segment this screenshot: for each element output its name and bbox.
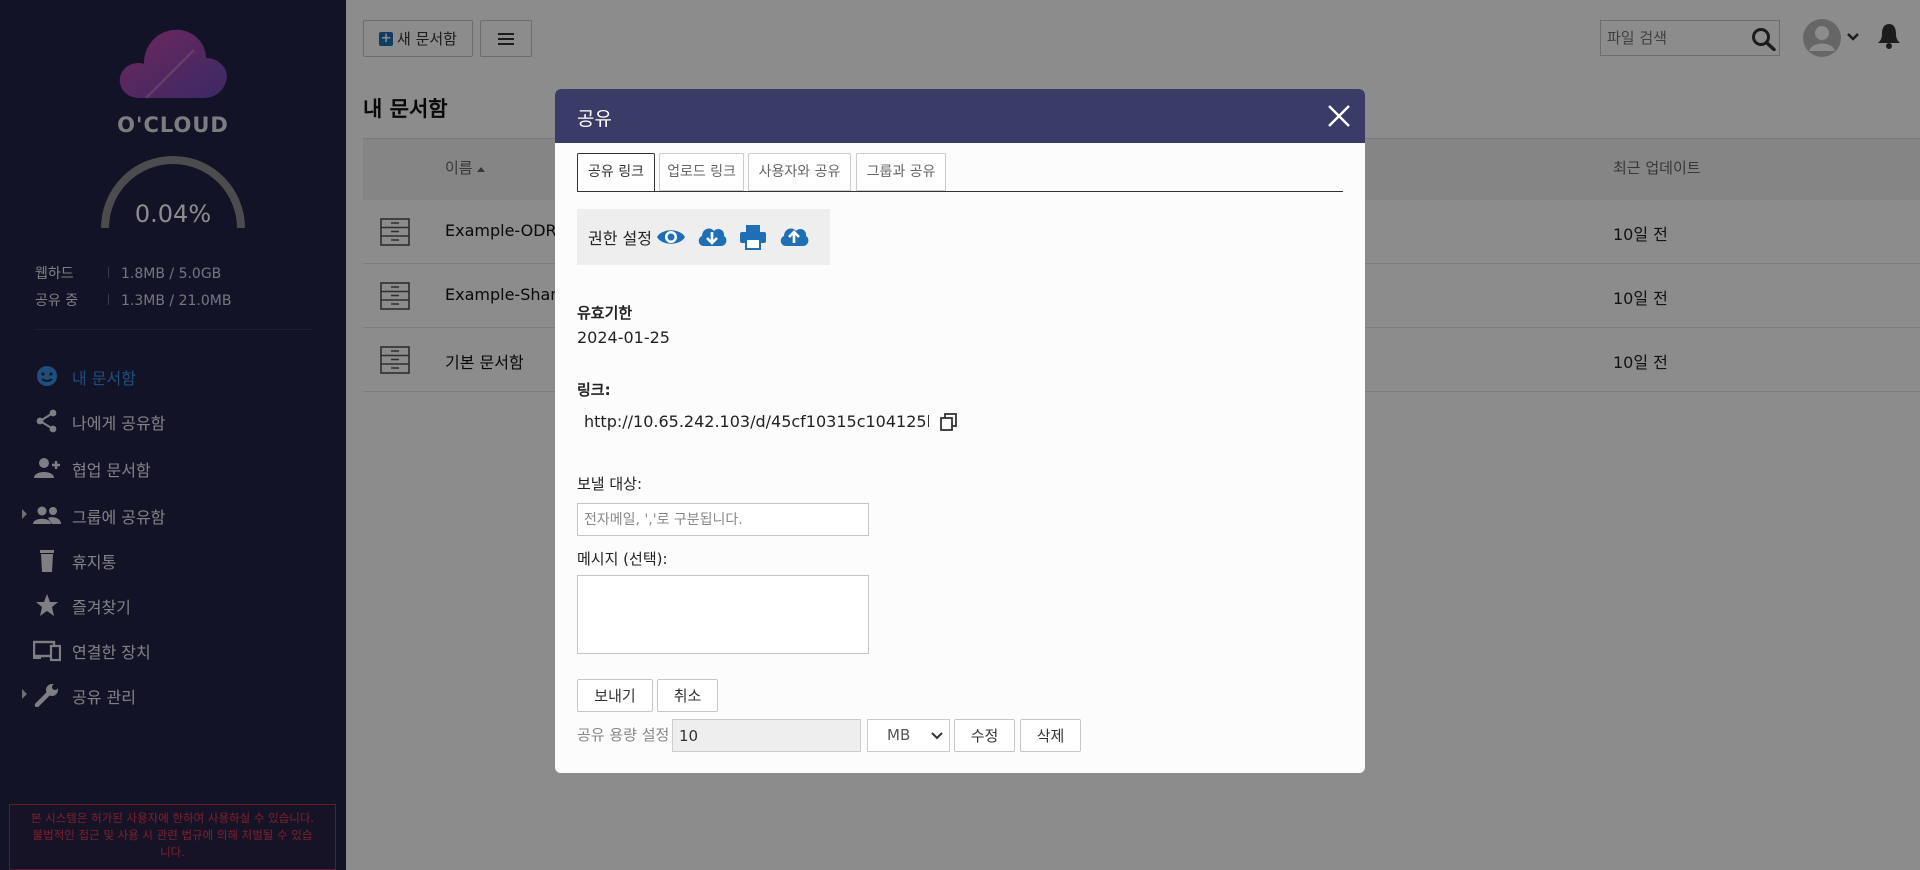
- message-label: 메시지 (선택):: [577, 550, 668, 568]
- dialog-header: 공유: [555, 89, 1365, 143]
- tab-upload-link[interactable]: 업로드 링크: [659, 153, 744, 191]
- message-textarea[interactable]: [577, 575, 869, 654]
- share-link-url[interactable]: http://10.65.242.103/d/45cf10315c104125b…: [584, 412, 929, 431]
- eye-icon[interactable]: [656, 223, 686, 251]
- cancel-button[interactable]: 취소: [657, 679, 718, 712]
- dialog-title: 공유: [577, 108, 612, 130]
- share-tabs: 공유 링크 업로드 링크 사용자와 공유 그룹과 공유: [577, 153, 1343, 192]
- quota-input[interactable]: [672, 719, 861, 752]
- upload-cloud-icon[interactable]: [779, 223, 809, 251]
- download-cloud-icon[interactable]: [697, 223, 727, 251]
- link-label: 링크:: [577, 381, 611, 399]
- send-button[interactable]: 보내기: [577, 679, 653, 712]
- expiry-value[interactable]: 2024-01-25: [577, 328, 670, 347]
- send-to-label: 보낼 대상:: [577, 475, 643, 493]
- quota-unit-value: MB: [887, 726, 911, 744]
- permission-label: 권한 설정: [588, 229, 652, 248]
- printer-icon[interactable]: [738, 223, 768, 251]
- quota-label: 공유 용량 설정: [577, 726, 670, 744]
- share-dialog: 공유 공유 링크 업로드 링크 사용자와 공유 그룹과 공유 권한 설정 유효기…: [555, 89, 1365, 773]
- tab-share-with-users[interactable]: 사용자와 공유: [748, 153, 851, 191]
- modify-button[interactable]: 수정: [954, 719, 1015, 752]
- delete-button[interactable]: 삭제: [1020, 719, 1081, 752]
- tab-share-link[interactable]: 공유 링크: [577, 153, 655, 192]
- copy-icon[interactable]: [940, 413, 958, 431]
- dialog-body: 공유 링크 업로드 링크 사용자와 공유 그룹과 공유 권한 설정 유효기한 2…: [555, 143, 1365, 773]
- chevron-down-icon: [931, 732, 943, 740]
- quota-unit-select[interactable]: MB: [867, 719, 950, 752]
- tab-share-with-groups[interactable]: 그룹과 공유: [856, 153, 946, 191]
- expiry-label: 유효기한: [577, 304, 633, 322]
- permission-settings: 권한 설정: [577, 209, 830, 265]
- recipient-email-input[interactable]: [577, 503, 869, 536]
- close-icon[interactable]: [1324, 101, 1354, 131]
